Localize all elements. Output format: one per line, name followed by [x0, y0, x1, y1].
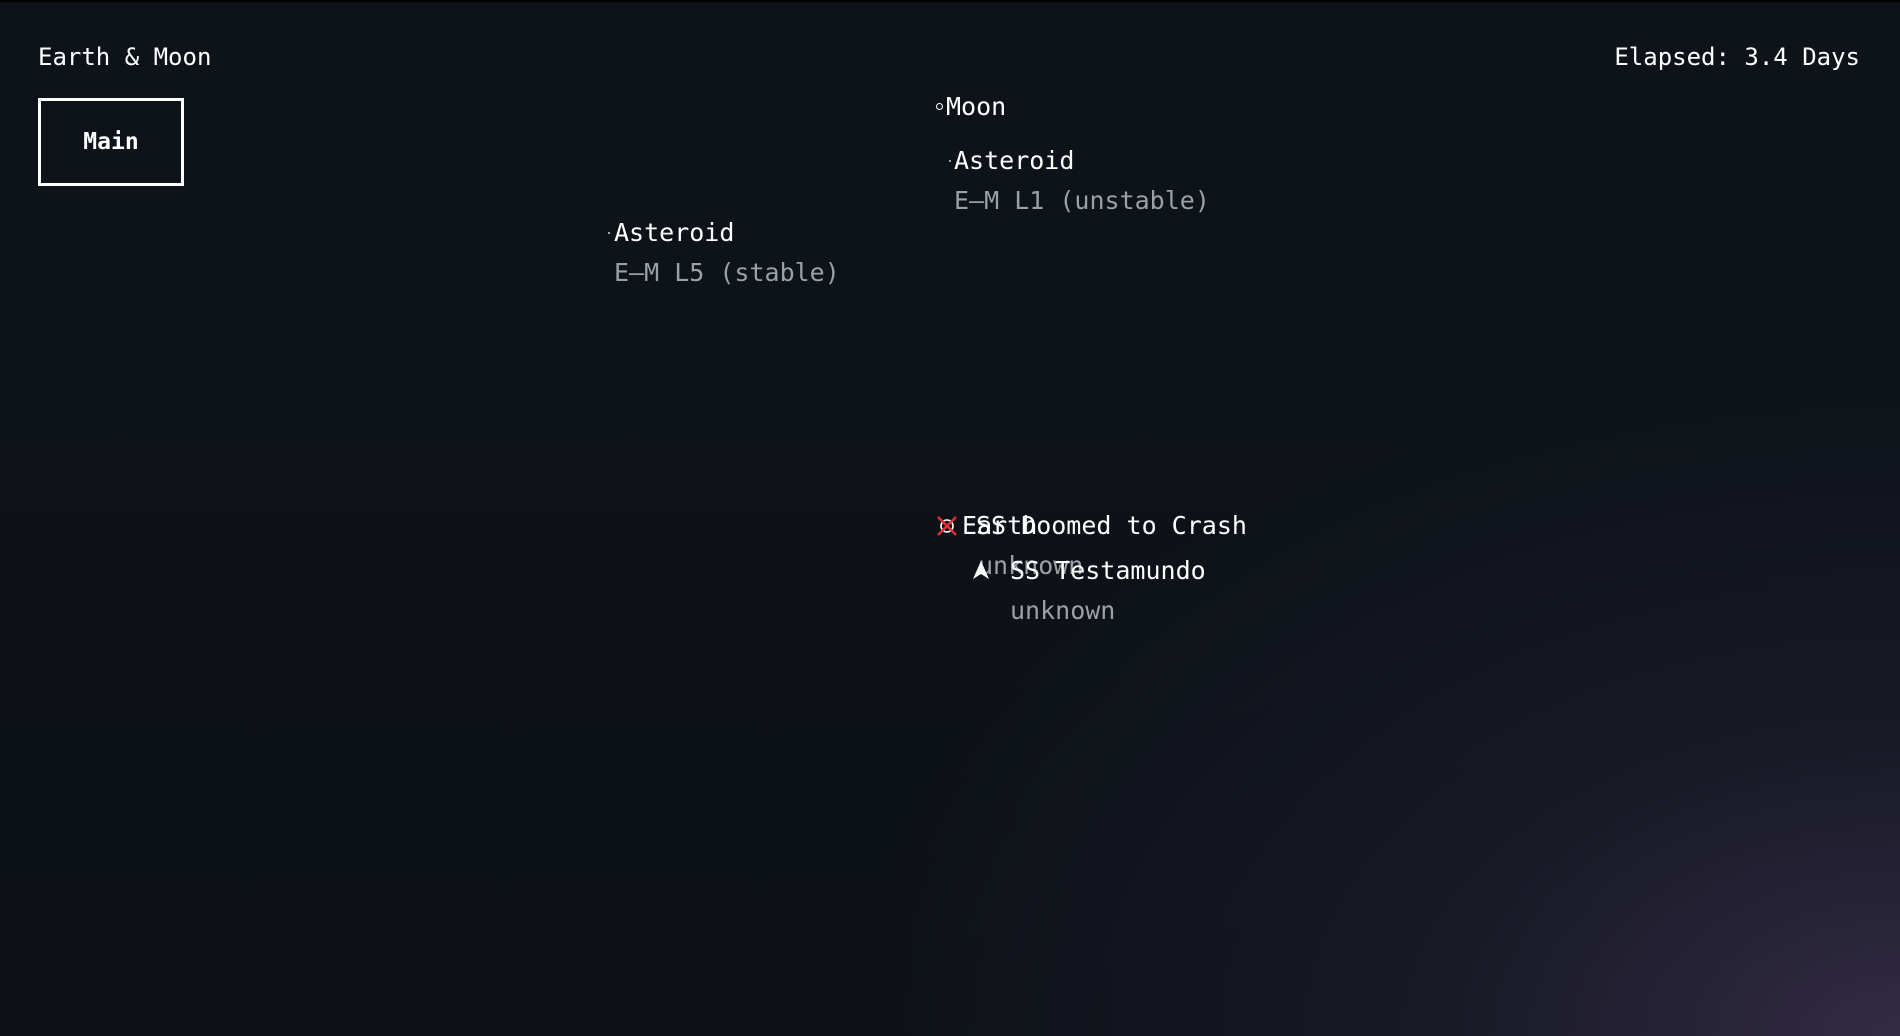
scene-title: Earth & Moon [38, 43, 212, 71]
asteroid-l5-orbit: E–M L5 (stable) [614, 258, 840, 287]
asteroid-l1-label: Asteroid [954, 146, 1075, 175]
asteroid-dot-icon [949, 160, 951, 162]
ship-testamundo-label: SS Testamundo [1010, 556, 1206, 585]
asteroid-l5-marker[interactable]: Asteroid E–M L5 (stable) [607, 218, 847, 290]
ship-testamundo-status: unknown [1010, 596, 1116, 625]
crash-marker-icon [937, 516, 957, 536]
elapsed-time: Elapsed: 3.4 Days [1614, 43, 1860, 71]
ship-arrow-icon [973, 561, 989, 579]
asteroid-l1-marker[interactable]: Asteroid E–M L1 (unstable) [948, 146, 1210, 218]
main-button[interactable]: Main [38, 98, 184, 186]
moon-marker[interactable]: Moon [934, 92, 1014, 126]
asteroid-dot-icon [608, 232, 610, 234]
ship-testamundo-marker[interactable]: SS Testamundo unknown [970, 556, 1210, 630]
moon-label: Moon [946, 92, 1007, 121]
asteroid-l5-label: Asteroid [614, 218, 735, 247]
asteroid-l1-orbit: E–M L1 (unstable) [954, 186, 1210, 215]
ship-doomed-marker[interactable]: SS Doomed to Crash [976, 511, 1247, 545]
ship-doomed-label: SS Doomed to Crash [976, 511, 1247, 540]
space-viewport[interactable]: Earth & Moon Elapsed: 3.4 Days Main Moon… [0, 0, 1900, 1036]
moon-dot-icon [936, 103, 943, 110]
